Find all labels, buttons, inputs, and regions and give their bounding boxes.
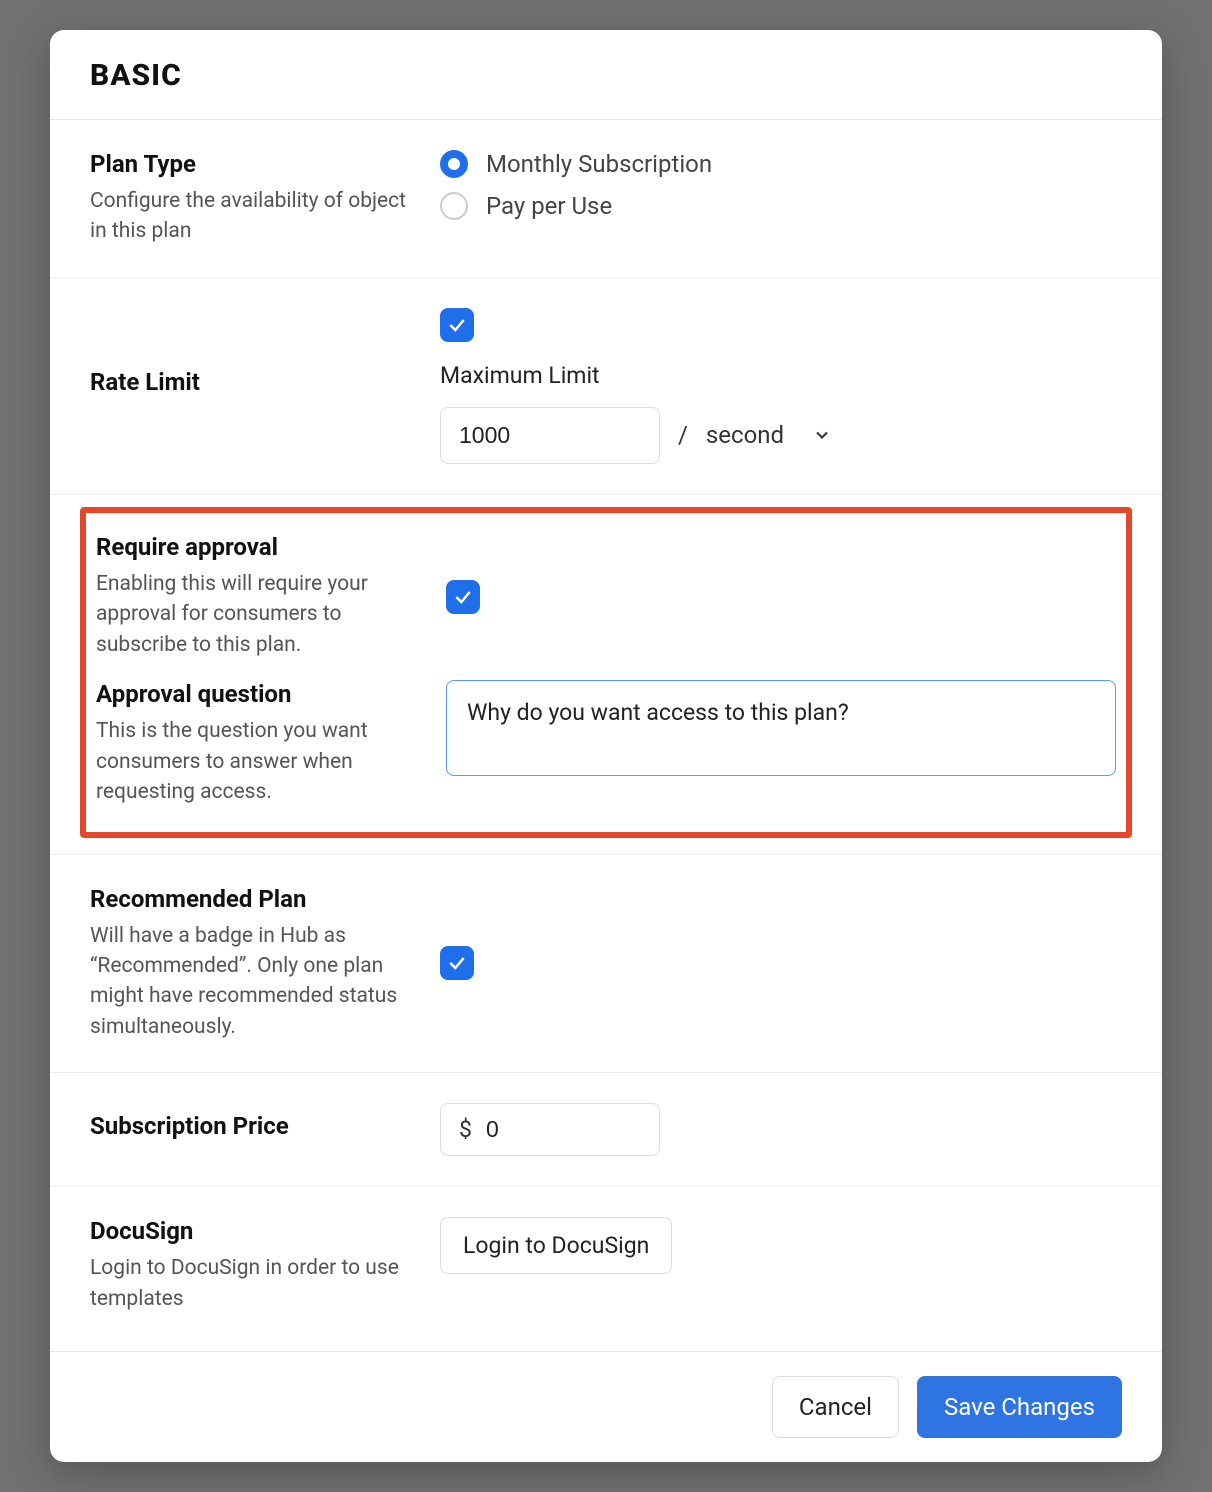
section-label: Plan Type Configure the availability of …: [90, 150, 410, 247]
require-approval-checkbox[interactable]: [446, 580, 480, 614]
recommended-plan-checkbox[interactable]: [440, 946, 474, 980]
check-icon: [447, 953, 467, 973]
docusign-description: Login to DocuSign in order to use templa…: [90, 1253, 410, 1314]
rate-limit-input[interactable]: [440, 407, 660, 464]
section-approval-wrapper: Require approval Enabling this will requ…: [50, 495, 1162, 855]
section-recommended-plan: Recommended Plan Will have a badge in Hu…: [50, 855, 1162, 1074]
section-label: Require approval Enabling this will requ…: [96, 533, 416, 660]
section-label: Recommended Plan Will have a badge in Hu…: [90, 885, 410, 1043]
radio-icon: [440, 192, 468, 220]
subscription-price-control: $: [440, 1103, 1122, 1156]
login-docusign-button[interactable]: Login to DocuSign: [440, 1217, 672, 1274]
section-label: Rate Limit: [90, 308, 410, 464]
approval-question-input[interactable]: [446, 680, 1116, 776]
cancel-button[interactable]: Cancel: [772, 1376, 899, 1438]
rate-limit-input-row: / second: [440, 407, 1122, 464]
plan-type-description: Configure the availability of object in …: [90, 186, 410, 247]
section-label: DocuSign Login to DocuSign in order to u…: [90, 1217, 410, 1314]
section-approval-question: Approval question This is the question y…: [96, 680, 1116, 807]
section-require-approval: Require approval Enabling this will requ…: [96, 533, 1116, 680]
radio-icon: [440, 150, 468, 178]
radio-label: Monthly Subscription: [486, 150, 712, 178]
modal-body: Plan Type Configure the availability of …: [50, 120, 1162, 1351]
approval-question-label: Approval question: [96, 680, 416, 708]
section-plan-type: Plan Type Configure the availability of …: [50, 120, 1162, 278]
approval-question-control: [446, 680, 1116, 807]
modal-header: BASIC: [50, 30, 1162, 120]
approval-highlight-box: Require approval Enabling this will requ…: [80, 507, 1132, 838]
rate-limit-unit-prefix: /: [678, 421, 688, 449]
radio-label: Pay per Use: [486, 192, 612, 220]
check-icon: [453, 587, 473, 607]
section-label: Approval question This is the question y…: [96, 680, 416, 807]
save-changes-button[interactable]: Save Changes: [917, 1376, 1122, 1438]
require-approval-control: [446, 533, 1116, 660]
approval-question-description: This is the question you want consumers …: [96, 716, 416, 807]
check-icon: [447, 315, 467, 335]
currency-symbol: $: [459, 1116, 472, 1143]
docusign-control: Login to DocuSign: [440, 1217, 1122, 1314]
rate-limit-controls: Maximum Limit / second: [440, 308, 1122, 464]
section-docusign: DocuSign Login to DocuSign in order to u…: [50, 1187, 1162, 1344]
chevron-down-icon[interactable]: [812, 425, 832, 445]
radio-monthly-subscription[interactable]: Monthly Subscription: [440, 150, 1122, 178]
maximum-limit-label: Maximum Limit: [440, 362, 1122, 389]
rate-limit-label: Rate Limit: [90, 368, 200, 396]
require-approval-description: Enabling this will require your approval…: [96, 569, 416, 660]
rate-limit-checkbox[interactable]: [440, 308, 474, 342]
rate-limit-unit: second: [706, 421, 784, 449]
section-rate-limit: Rate Limit Maximum Limit / second: [50, 278, 1162, 495]
modal-title: BASIC: [90, 58, 1122, 93]
modal-footer: Cancel Save Changes: [50, 1351, 1162, 1462]
radio-pay-per-use[interactable]: Pay per Use: [440, 192, 1122, 220]
subscription-price-input[interactable]: [486, 1116, 641, 1143]
docusign-label: DocuSign: [90, 1217, 410, 1245]
plan-type-options: Monthly Subscription Pay per Use: [440, 150, 1122, 247]
subscription-price-input-wrapper: $: [440, 1103, 660, 1156]
subscription-price-label: Subscription Price: [90, 1112, 289, 1140]
plan-type-label: Plan Type: [90, 150, 410, 178]
recommended-plan-control: [440, 885, 1122, 1043]
section-subscription-price: Subscription Price $: [50, 1073, 1162, 1187]
require-approval-label: Require approval: [96, 533, 416, 561]
recommended-plan-label: Recommended Plan: [90, 885, 410, 913]
section-label: Subscription Price: [90, 1103, 410, 1156]
recommended-plan-description: Will have a badge in Hub as “Recommended…: [90, 921, 410, 1043]
plan-edit-modal: BASIC Plan Type Configure the availabili…: [50, 30, 1162, 1462]
